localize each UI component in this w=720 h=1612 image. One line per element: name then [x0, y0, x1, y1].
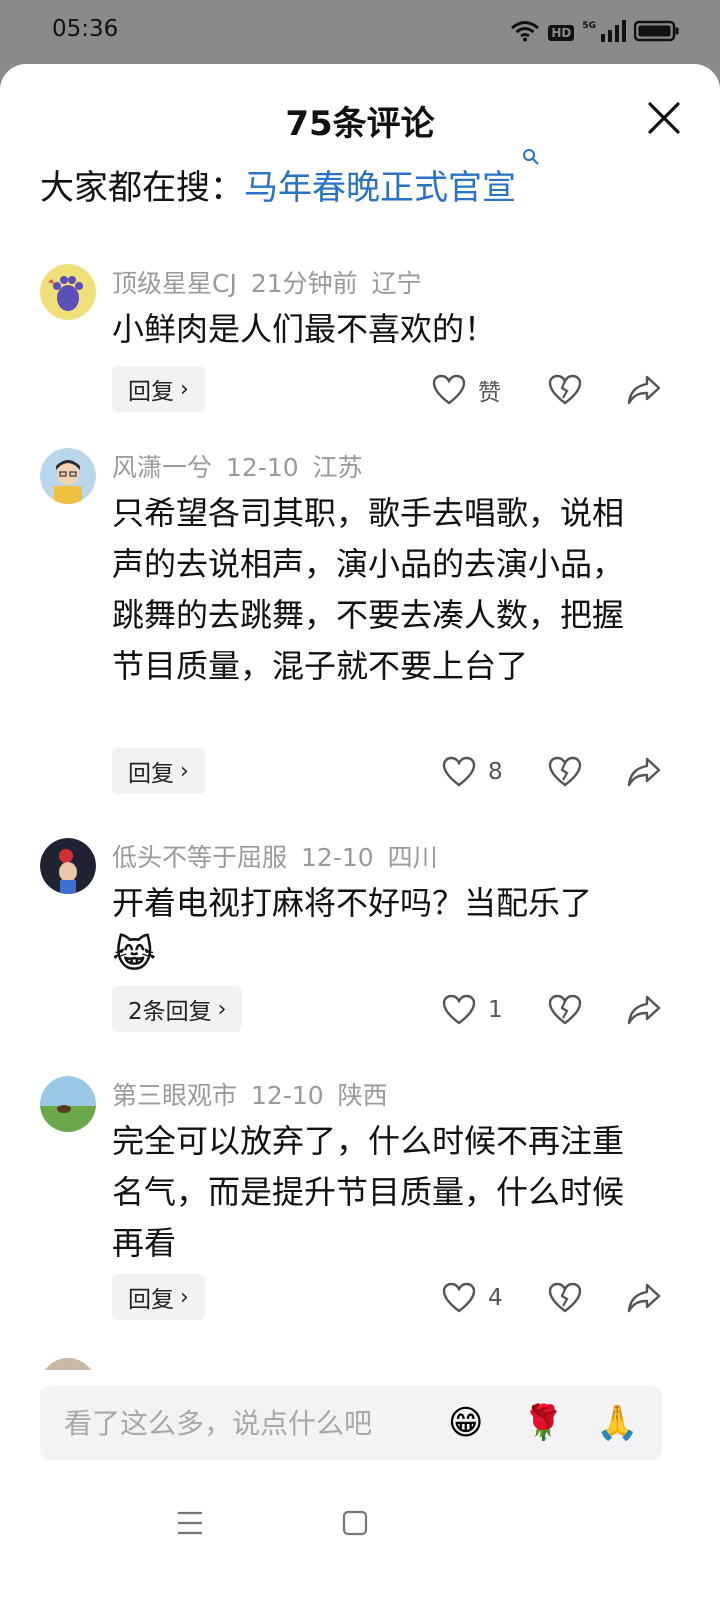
- share-icon: [627, 995, 661, 1025]
- broken-heart-icon: [548, 374, 582, 405]
- chevron-right-icon: ›: [180, 758, 189, 784]
- broken-heart-icon: [548, 1282, 582, 1313]
- comment-username[interactable]: 顶级星星CJ: [112, 269, 237, 298]
- status-bar: 05:36 HD 5G: [0, 0, 720, 64]
- share-button[interactable]: [626, 1278, 662, 1318]
- pray-emoji-button[interactable]: 🙏: [596, 1402, 638, 1444]
- share-button[interactable]: [626, 752, 662, 792]
- like-button[interactable]: 4: [442, 1278, 503, 1318]
- search-prefix: 大家都在搜：: [40, 168, 244, 208]
- comment-meta: 风潇一兮 12-10 江苏: [112, 448, 377, 484]
- status-time: 05:36: [52, 16, 119, 42]
- comment-time: 21分钟前: [250, 269, 358, 298]
- share-icon: [627, 757, 661, 787]
- comment-location: 辽宁: [371, 269, 422, 298]
- dislike-button[interactable]: [548, 1278, 582, 1318]
- heart-icon: [442, 1282, 476, 1313]
- broken-heart-icon: [548, 994, 582, 1025]
- reply-button[interactable]: 回复 ›: [112, 366, 205, 412]
- reply-label: 回复: [128, 379, 174, 405]
- comments-sheet: 75条评论 大家都在搜：马年春晚正式官宣 顶级星星CJ 21分钟前 辽宁 小鲜肉…: [0, 64, 720, 1612]
- avatar[interactable]: [40, 1076, 96, 1132]
- reply-label: 2条回复: [128, 999, 212, 1025]
- comment-location: 江苏: [312, 453, 363, 482]
- menu-button[interactable]: [176, 1510, 204, 1540]
- wifi-icon: [510, 20, 540, 46]
- share-button[interactable]: [626, 370, 662, 410]
- menu-icon: [178, 1511, 202, 1535]
- laughing-crying-emoji: 😹: [112, 932, 157, 976]
- like-count: 4: [488, 1285, 503, 1311]
- share-icon: [627, 1283, 661, 1313]
- like-button[interactable]: 1: [442, 990, 503, 1030]
- dislike-button[interactable]: [548, 370, 582, 410]
- comment-text: 小鲜肉是人们最不喜欢的！: [112, 310, 497, 348]
- like-count: 8: [488, 759, 503, 785]
- network-label: 5G: [582, 21, 596, 31]
- search-icon: [516, 148, 540, 192]
- system-nav-bar: [0, 1490, 720, 1560]
- close-icon: [648, 102, 680, 134]
- comment-item: 风潇一兮 12-10 江苏 只希望各司其职，歌手去唱歌，说相声的去说相声，演小品的去…: [0, 448, 720, 808]
- home-button[interactable]: [342, 1510, 368, 1540]
- comment-item: 低头不等于屈服 12-10 四川 开着电视打麻将不好吗？当配乐了 😹 2条回复 › 1: [0, 838, 720, 1058]
- broken-heart-icon: [548, 756, 582, 787]
- like-count: 赞: [478, 380, 501, 406]
- avatar[interactable]: [40, 838, 96, 894]
- comment-username[interactable]: 第三眼观市: [112, 1081, 237, 1110]
- avatar[interactable]: [40, 264, 96, 320]
- battery-icon: [633, 20, 680, 46]
- comment-time: 12-10: [251, 1081, 324, 1110]
- heart-icon: [442, 994, 476, 1025]
- reply-label: 回复: [128, 761, 174, 787]
- comment-text-content: 开着电视打麻将不好吗？当配乐了: [112, 884, 593, 922]
- like-button[interactable]: 赞: [432, 370, 501, 410]
- reply-label: 回复: [128, 1287, 174, 1313]
- comment-item: 顶级星星CJ 21分钟前 辽宁 小鲜肉是人们最不喜欢的！ 回复 › 赞: [0, 264, 720, 434]
- comment-list[interactable]: 顶级星星CJ 21分钟前 辽宁 小鲜肉是人们最不喜欢的！ 回复 › 赞 风潇一兮…: [0, 260, 720, 1370]
- dislike-button[interactable]: [548, 752, 582, 792]
- comment-username[interactable]: 风潇一兮: [112, 453, 212, 482]
- grin-emoji-button[interactable]: 😁: [448, 1402, 490, 1444]
- reply-button[interactable]: 回复 ›: [112, 1274, 205, 1320]
- heart-icon: [442, 756, 476, 787]
- comment-text: 完全可以放弃了，什么时候不再注重名气，而是提升节目质量，什么时候再看: [112, 1122, 625, 1262]
- comment-input[interactable]: [64, 1386, 434, 1460]
- comment-text: 只希望各司其职，歌手去唱歌，说相声的去说相声，演小品的去演小品，跳舞的去跳舞，不…: [112, 494, 625, 685]
- avatar[interactable]: [40, 448, 96, 504]
- close-button[interactable]: [644, 98, 684, 138]
- like-button[interactable]: 8: [442, 752, 503, 792]
- comment-item: 第三眼观市 12-10 陕西 完全可以放弃了，什么时候不再注重名气，而是提升节目质量…: [0, 1076, 720, 1336]
- comment-location: 四川: [387, 843, 438, 872]
- comment-time: 12-10: [301, 843, 374, 872]
- chevron-right-icon: ›: [217, 996, 227, 1022]
- chevron-right-icon: ›: [180, 1284, 189, 1310]
- hd-badge: HD: [548, 25, 575, 41]
- reply-button[interactable]: 2条回复 ›: [112, 986, 243, 1032]
- chevron-right-icon: ›: [180, 376, 189, 402]
- heart-icon: [432, 374, 466, 405]
- comment-meta: 第三眼观市 12-10 陕西: [112, 1076, 402, 1112]
- trending-search-row: 大家都在搜：马年春晚正式官宣: [40, 148, 540, 209]
- like-count: 1: [488, 997, 503, 1023]
- search-query-link[interactable]: 马年春晚正式官宣: [244, 168, 516, 208]
- comment-item-partial: [0, 1358, 720, 1370]
- reply-button[interactable]: 回复 ›: [112, 748, 205, 794]
- comment-text: 开着电视打麻将不好吗？当配乐了 😹: [112, 878, 652, 982]
- share-icon: [627, 375, 661, 405]
- avatar[interactable]: [40, 1358, 96, 1370]
- comment-location: 陕西: [337, 1081, 388, 1110]
- share-button[interactable]: [626, 990, 662, 1030]
- comment-meta: 顶级星星CJ 21分钟前 辽宁: [112, 264, 436, 300]
- comment-time: 12-10: [226, 453, 299, 482]
- comment-input-bar: 😁 🌹 🙏: [40, 1386, 662, 1460]
- sheet-title: 75条评论: [285, 104, 435, 144]
- comment-username[interactable]: 低头不等于屈服: [112, 843, 287, 872]
- home-square-icon: [342, 1510, 368, 1536]
- status-icons: HD 5G: [510, 20, 680, 46]
- comment-meta: 低头不等于屈服 12-10 四川: [112, 838, 452, 874]
- signal-icon: [600, 20, 626, 46]
- dislike-button[interactable]: [548, 990, 582, 1030]
- rose-emoji-button[interactable]: 🌹: [522, 1402, 564, 1444]
